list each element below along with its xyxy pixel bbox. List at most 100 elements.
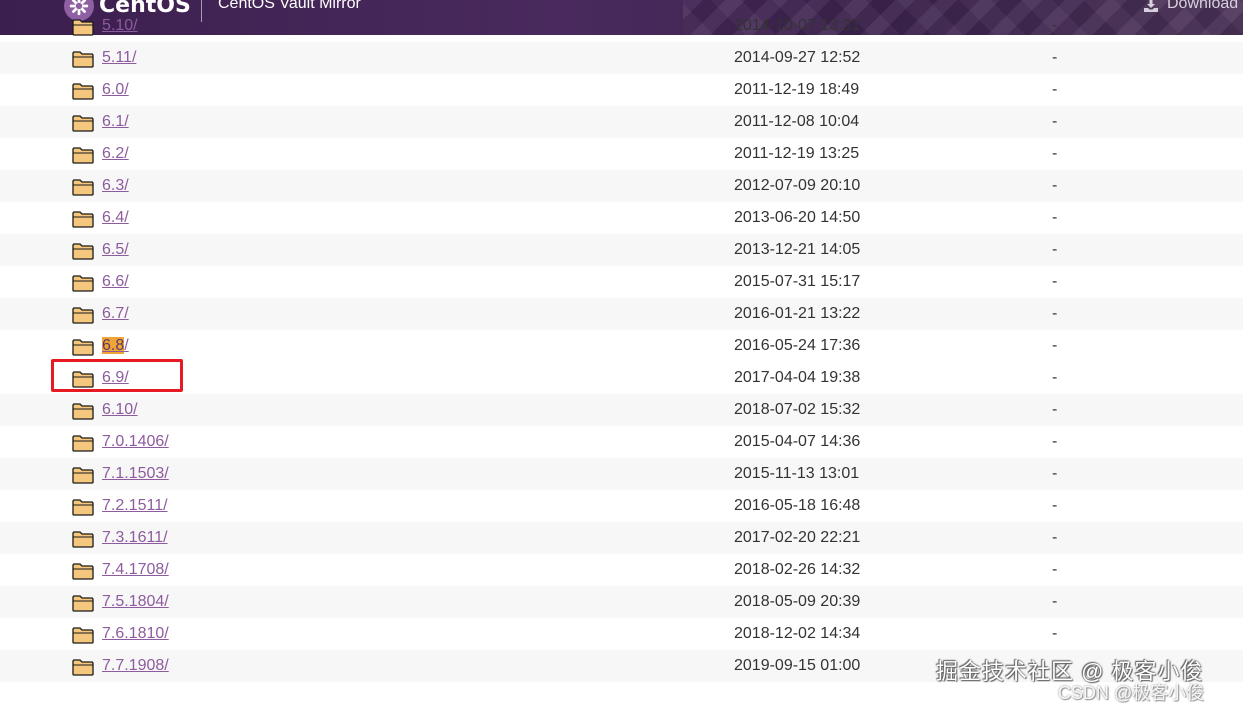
directory-link[interactable]: 6.4/	[102, 208, 129, 228]
file-size: -	[1052, 337, 1058, 354]
directory-row: 5.11/ 2014-09-27 12:52 -	[0, 42, 1243, 74]
directory-row: 6.10/ 2018-07-02 15:32 -	[0, 394, 1243, 426]
directory-row-selected: 6.8/ 2016-05-24 17:36 -	[0, 330, 1243, 362]
file-size: -	[1052, 305, 1058, 322]
modified-date: 2013-06-20 14:50	[734, 209, 861, 226]
directory-link[interactable]: 7.2.1511/	[102, 496, 168, 516]
modified-date: 2011-12-08 10:04	[734, 113, 860, 130]
directory-row: 5.10/ 2014-10-07 13:31 -	[0, 10, 1243, 42]
modified-date: 2016-05-18 16:48	[734, 497, 861, 514]
file-size: -	[1052, 433, 1058, 450]
folder-icon	[72, 402, 94, 420]
modified-date: 2018-07-02 15:32	[734, 401, 861, 418]
directory-link[interactable]: 7.0.1406/	[102, 432, 169, 452]
file-size: -	[1052, 273, 1058, 290]
folder-icon	[72, 18, 94, 36]
file-size: -	[1052, 593, 1058, 610]
directory-row: 7.1.1503/ 2015-11-13 13:01 -	[0, 458, 1243, 490]
folder-icon	[72, 306, 94, 324]
file-size: -	[1052, 625, 1058, 642]
folder-icon	[72, 50, 94, 68]
modified-date: 2019-09-15 01:00	[734, 657, 861, 674]
file-size: -	[1052, 49, 1058, 66]
modified-date: 2013-12-21 14:05	[734, 241, 861, 258]
directory-link[interactable]: 7.4.1708/	[102, 560, 169, 580]
modified-date: 2015-04-07 14:36	[734, 433, 861, 450]
modified-date: 2014-09-27 12:52	[734, 49, 861, 66]
modified-date: 2012-07-09 20:10	[734, 177, 861, 194]
file-size: -	[1052, 529, 1058, 546]
file-size: -	[1052, 465, 1058, 482]
file-size: -	[1052, 81, 1058, 98]
folder-icon	[72, 146, 94, 164]
directory-link[interactable]: 7.1.1503/	[102, 464, 169, 484]
file-size: -	[1052, 369, 1058, 386]
folder-icon	[72, 562, 94, 580]
file-size: -	[1052, 241, 1058, 258]
folder-icon	[72, 114, 94, 132]
directory-link[interactable]: 7.5.1804/	[102, 592, 169, 612]
file-size: -	[1052, 17, 1058, 34]
file-size: -	[1052, 401, 1058, 418]
folder-icon	[72, 530, 94, 548]
file-size: -	[1052, 209, 1058, 226]
directory-link[interactable]: 6.5/	[102, 240, 129, 260]
folder-icon	[72, 658, 94, 676]
directory-row: 6.3/ 2012-07-09 20:10 -	[0, 170, 1243, 202]
modified-date: 2018-05-09 20:39	[734, 593, 861, 610]
directory-link[interactable]: 6.1/	[102, 112, 129, 132]
folder-icon	[72, 370, 94, 388]
directory-link[interactable]: 5.10/	[102, 16, 138, 36]
folder-icon	[72, 466, 94, 484]
directory-row: 6.9/ 2017-04-04 19:38 -	[0, 362, 1243, 394]
modified-date: 2017-02-20 22:21	[734, 529, 861, 546]
watermark-csdn: CSDN @极客小俊	[1058, 683, 1205, 703]
directory-link[interactable]: 7.6.1810/	[102, 624, 169, 644]
directory-link[interactable]: 6.2/	[102, 144, 129, 164]
search-highlight: 6.8	[102, 337, 125, 354]
directory-link[interactable]: 5.11/	[102, 48, 136, 68]
file-size: -	[1052, 145, 1058, 162]
directory-row: 7.6.1810/ 2018-12-02 14:34 -	[0, 618, 1243, 650]
directory-link[interactable]: 7.7.1908/	[102, 656, 169, 676]
modified-date: 2018-02-26 14:32	[734, 561, 861, 578]
directory-link-6-8[interactable]: 6.8/	[102, 336, 129, 356]
directory-link[interactable]: 6.9/	[102, 368, 129, 388]
directory-row: 6.6/ 2015-07-31 15:17 -	[0, 266, 1243, 298]
modified-date: 2015-07-31 15:17	[734, 273, 861, 290]
directory-link[interactable]: 6.3/	[102, 176, 129, 196]
directory-row: 7.5.1804/ 2018-05-09 20:39 -	[0, 586, 1243, 618]
folder-icon	[72, 626, 94, 644]
folder-icon	[72, 274, 94, 292]
directory-row: 7.2.1511/ 2016-05-18 16:48 -	[0, 490, 1243, 522]
file-size: -	[1052, 561, 1058, 578]
folder-icon	[72, 498, 94, 516]
modified-date: 2011-12-19 18:49	[734, 81, 860, 98]
directory-row: 6.1/ 2011-12-08 10:04 -	[0, 106, 1243, 138]
file-size: -	[1052, 497, 1058, 514]
modified-date: 2017-04-04 19:38	[734, 369, 861, 386]
folder-icon	[72, 338, 94, 356]
directory-row: 6.4/ 2013-06-20 14:50 -	[0, 202, 1243, 234]
directory-row: 6.0/ 2011-12-19 18:49 -	[0, 74, 1243, 106]
directory-row: 6.7/ 2016-01-21 13:22 -	[0, 298, 1243, 330]
directory-link[interactable]: 6.0/	[102, 80, 129, 100]
directory-link[interactable]: 6.7/	[102, 304, 129, 324]
modified-date: 2016-01-21 13:22	[734, 305, 861, 322]
modified-date: 2011-12-19 13:25	[734, 145, 860, 162]
modified-date: 2016-05-24 17:36	[734, 337, 861, 354]
directory-listing: 5.10/ 2014-10-07 13:31 - 5.11/ 2014-09-2…	[0, 10, 1243, 682]
directory-link[interactable]: 7.3.1611/	[102, 528, 168, 548]
directory-link[interactable]: 6.6/	[102, 272, 129, 292]
directory-row: 6.5/ 2013-12-21 14:05 -	[0, 234, 1243, 266]
link-suffix: /	[124, 337, 129, 354]
directory-row: 6.2/ 2011-12-19 13:25 -	[0, 138, 1243, 170]
folder-icon	[72, 242, 94, 260]
directory-link[interactable]: 6.10/	[102, 400, 138, 420]
folder-icon	[72, 210, 94, 228]
file-size: -	[1052, 113, 1058, 130]
modified-date: 2015-11-13 13:01	[734, 465, 860, 482]
file-size: -	[1052, 177, 1058, 194]
directory-row: 7.0.1406/ 2015-04-07 14:36 -	[0, 426, 1243, 458]
modified-date: 2014-10-07 13:31	[734, 17, 861, 34]
